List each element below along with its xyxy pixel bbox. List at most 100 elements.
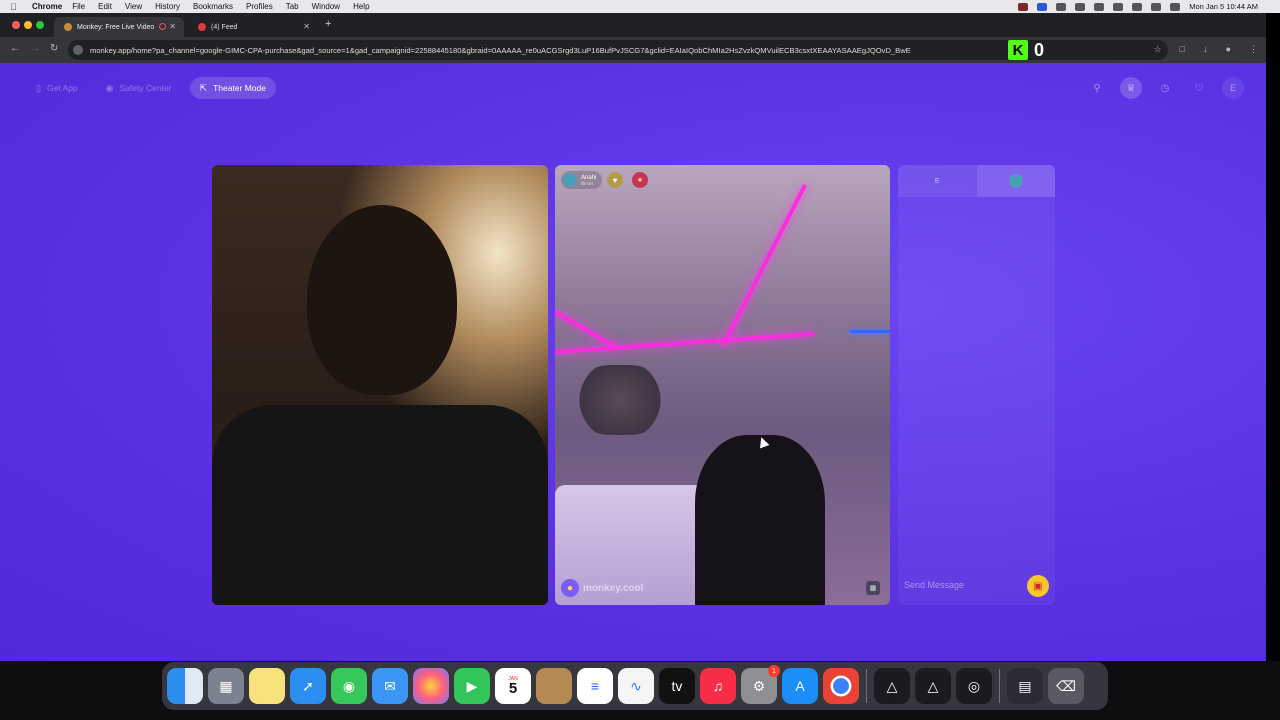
watermark-text: monkey.cool — [583, 582, 644, 594]
menu-app-name[interactable]: Chrome — [32, 2, 62, 11]
download-icon[interactable]: ↓ — [1203, 44, 1208, 55]
reminders-icon[interactable]: ≡ — [577, 668, 613, 704]
menu-window[interactable]: Window — [312, 2, 340, 11]
moon-icon[interactable] — [1075, 2, 1086, 11]
music-icon[interactable]: ♫ — [700, 668, 736, 704]
macos-dock: ▦ ➚ ◉ ✉ ▶ JAN 5 ≡ ∿ tv ♫ ⚙ 1 A △ △ ◎ ▤ ⌫ — [162, 662, 1108, 710]
back-icon[interactable]: ← — [10, 43, 20, 54]
chat-tab-partner[interactable] — [976, 165, 1055, 197]
menu-help[interactable]: Help — [353, 2, 369, 11]
menu-history[interactable]: History — [155, 2, 180, 11]
status-menu-area: Mon Jan 5 10:44 AM — [1018, 0, 1258, 13]
app-store-icon[interactable]: A — [782, 668, 818, 704]
report-icon[interactable]: ▦ — [866, 581, 880, 595]
screen-record-icon[interactable] — [1037, 2, 1048, 11]
facetime-icon[interactable]: ▶ — [454, 668, 490, 704]
control-icon[interactable] — [1056, 2, 1067, 11]
kick-logo-icon: K — [1008, 40, 1028, 60]
close-tab-icon[interactable]: ✕ — [169, 22, 176, 31]
address-bar[interactable]: monkey.app/home?pa_channel=google-GIMC-C… — [68, 40, 1168, 60]
wifi-icon[interactable] — [1132, 2, 1143, 11]
freeform-icon[interactable]: ∿ — [618, 668, 654, 704]
trash-icon[interactable]: ⌫ — [1048, 668, 1084, 704]
apple-menu-icon[interactable]:  — [10, 2, 24, 12]
get-app-button[interactable]: ▯ Get App — [26, 77, 88, 99]
partner-info-chip[interactable]: Anahi Illinois — [561, 171, 603, 189]
close-window-icon[interactable] — [12, 21, 20, 29]
my-avatar: E — [930, 174, 945, 188]
finder-icon[interactable] — [167, 668, 203, 704]
menu-file[interactable]: File — [72, 2, 85, 11]
monkey-logo-icon: ● — [561, 579, 579, 597]
notes-icon[interactable] — [249, 668, 285, 704]
chat-tab-me[interactable]: E — [898, 165, 977, 197]
neon-light-strip — [721, 184, 807, 347]
search-icon[interactable] — [1151, 2, 1162, 11]
bookmark-star-icon[interactable]: ☆ — [1154, 44, 1162, 55]
launchpad-icon[interactable]: ▦ — [208, 668, 244, 704]
menu-edit[interactable]: Edit — [98, 2, 112, 11]
menu-profiles[interactable]: Profiles — [246, 2, 273, 11]
partner-subject — [695, 435, 825, 605]
site-info-icon[interactable] — [73, 45, 83, 55]
close-tab-icon[interactable]: ✕ — [303, 22, 310, 31]
apple-tv-icon[interactable]: tv — [659, 668, 695, 704]
control-center-icon[interactable] — [1170, 2, 1181, 11]
photos-icon[interactable] — [413, 668, 449, 704]
affinity-icon[interactable]: △ — [874, 668, 910, 704]
expand-icon: ⇱ — [199, 82, 208, 93]
reload-icon[interactable]: ↻ — [50, 43, 58, 54]
screen-recording-icon[interactable]: ▤ — [1007, 668, 1043, 704]
kick-counter: 0 — [1034, 39, 1045, 60]
partner-video-feed: Anahi Illinois ♥ ★ ● monkey.cool ▦ — [555, 165, 890, 605]
tab-title: (4) Feed — [211, 23, 238, 31]
browser-window: Monkey: Free Live Video ✕ (4) Feed ✕ + ←… — [0, 13, 1266, 661]
menu-bookmarks[interactable]: Bookmarks — [193, 2, 233, 11]
calendar-icon[interactable]: JAN 5 — [495, 668, 531, 704]
monkey-favicon-icon — [64, 23, 72, 31]
system-settings-icon[interactable]: ⚙ 1 — [741, 665, 780, 704]
forward-icon[interactable]: → — [30, 43, 40, 54]
safari-icon[interactable]: ➚ — [290, 668, 326, 704]
calendar-day: 5 — [508, 680, 518, 697]
minimize-window-icon[interactable] — [24, 21, 32, 29]
menu-clock[interactable]: Mon Jan 5 10:44 AM — [1189, 2, 1258, 11]
friends-chat-icon[interactable]: ♡ — [1188, 77, 1210, 99]
crown-icon[interactable]: ♛ — [1120, 77, 1142, 99]
partner-avatar — [563, 173, 577, 187]
keyboard-input-icon[interactable] — [1113, 2, 1124, 11]
dock-separator — [999, 669, 1000, 703]
zoom-window-icon[interactable] — [36, 21, 44, 29]
add-friend-icon[interactable]: ♥ — [607, 172, 623, 188]
chrome-icon[interactable] — [823, 668, 859, 704]
monkey-page: ▯ Get App ◉ Safety Center ⇱ Theater Mode… — [0, 63, 1266, 661]
extensions-icon[interactable]: □ — [1180, 44, 1185, 55]
menu-view[interactable]: View — [125, 2, 142, 11]
more-menu-icon[interactable]: ⋮ — [1249, 44, 1258, 55]
self-video-feed: ​ — [212, 165, 548, 605]
new-tab-icon[interactable]: + — [325, 18, 331, 30]
contacts-icon[interactable] — [536, 668, 572, 704]
status-app-icon[interactable] — [1018, 2, 1029, 11]
top-nav: ▯ Get App ◉ Safety Center ⇱ Theater Mode — [26, 77, 276, 99]
messages-icon[interactable]: ◉ — [331, 668, 367, 704]
search-icon[interactable]: ⚲ — [1086, 77, 1108, 99]
mail-icon[interactable]: ✉ — [372, 668, 408, 704]
tab-feed[interactable]: (4) Feed ✕ — [188, 17, 318, 37]
gift-icon[interactable]: ▣ — [1027, 575, 1049, 597]
get-app-label: Get App — [46, 83, 78, 93]
history-icon[interactable]: ◷ — [1154, 77, 1176, 99]
affinity-designer-icon[interactable]: △ — [915, 668, 951, 704]
tab-monkey[interactable]: Monkey: Free Live Video ✕ — [54, 17, 184, 37]
obs-icon[interactable]: ◎ — [956, 668, 992, 704]
toggle-icon[interactable] — [1094, 2, 1105, 11]
user-avatar[interactable]: E — [1222, 77, 1244, 99]
safety-center-button[interactable]: ◉ Safety Center — [96, 77, 182, 99]
browser-toolbar: ← → ↻ monkey.app/home?pa_channel=google-… — [0, 37, 1266, 63]
country-flag-icon: ★ — [632, 172, 648, 188]
theater-mode-button[interactable]: ⇱ Theater Mode — [189, 77, 276, 99]
menu-tab[interactable]: Tab — [286, 2, 299, 11]
blue-light-strip — [850, 330, 890, 333]
send-message-input[interactable] — [904, 575, 1024, 595]
profile-icon[interactable]: ● — [1226, 44, 1231, 55]
